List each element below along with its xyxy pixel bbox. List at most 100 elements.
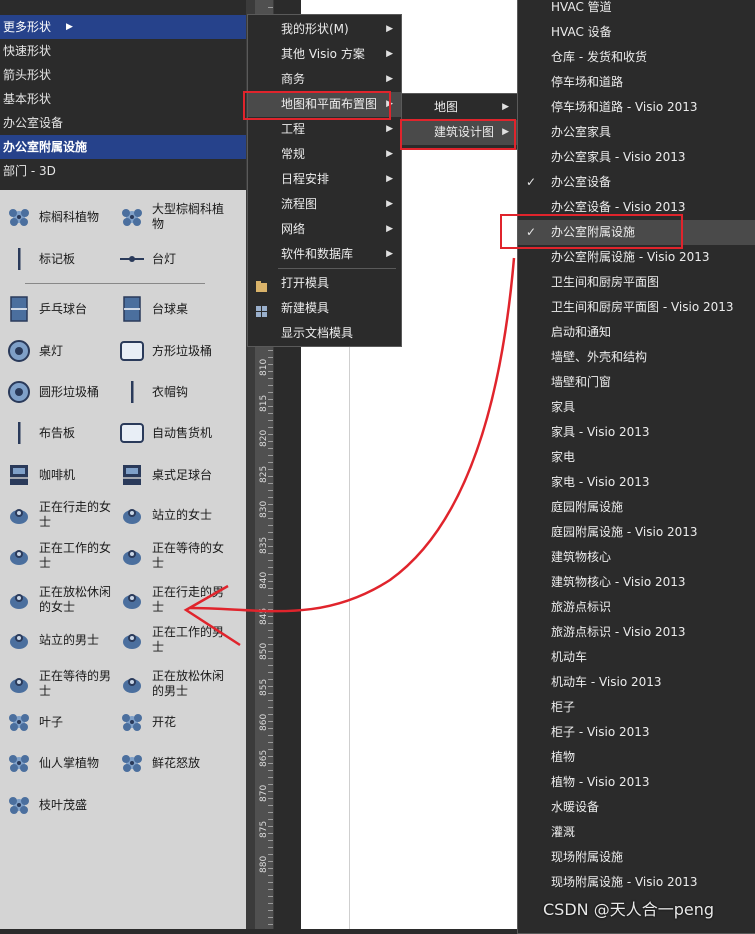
menu-item[interactable]: 停车场和道路: [518, 70, 755, 95]
menu-item[interactable]: 墙壁、外壳和结构: [518, 345, 755, 370]
menu-item[interactable]: 日程安排 ▶: [248, 167, 401, 192]
menu-item[interactable]: 家电: [518, 445, 755, 470]
menu-item[interactable]: 建筑物核心: [518, 545, 755, 570]
stencil-item[interactable]: 办公室附属设施: [0, 135, 246, 159]
menu-item[interactable]: ✓ 办公室设备: [518, 170, 755, 195]
stencil-shape[interactable]: 台球桌: [118, 290, 228, 328]
menu-item[interactable]: 显示文档模具: [248, 321, 401, 346]
stencil-shape[interactable]: 棕榈科植物: [5, 198, 115, 236]
menu-item[interactable]: 柜子: [518, 695, 755, 720]
menu-item[interactable]: 流程图 ▶: [248, 192, 401, 217]
stencil-item[interactable]: 更多形状 ▶: [0, 15, 246, 39]
menu-item[interactable]: 停车场和道路 - Visio 2013: [518, 95, 755, 120]
menu-item[interactable]: 灌溉: [518, 820, 755, 845]
ruler-tick: [268, 707, 273, 708]
menu-item[interactable]: 工程 ▶: [248, 117, 401, 142]
menu-item[interactable]: 柜子 - Visio 2013: [518, 720, 755, 745]
stencil-shape[interactable]: 衣帽钩: [118, 373, 228, 411]
stencil-shape[interactable]: 正在行走的男士: [118, 581, 228, 619]
menu-item[interactable]: 仓库 - 发货和收货: [518, 45, 755, 70]
stencil-shape[interactable]: 开花: [118, 703, 228, 741]
stencil-shape[interactable]: 站立的男士: [5, 621, 115, 659]
stencil-shape[interactable]: 桌式足球台: [118, 456, 228, 494]
stencil-shape[interactable]: 正在等待的男士: [5, 665, 115, 703]
ruler-tick: [268, 819, 273, 820]
menu-item[interactable]: 卫生间和厨房平面图: [518, 270, 755, 295]
stencil-shape[interactable]: 自动售货机: [118, 414, 228, 452]
stencil-item[interactable]: 快速形状: [0, 39, 246, 63]
stencil-shape[interactable]: 正在工作的男士: [118, 621, 228, 659]
menu-item[interactable]: 网络 ▶: [248, 217, 401, 242]
menu-item[interactable]: 机动车 - Visio 2013: [518, 670, 755, 695]
menu-item[interactable]: 墙壁和门窗: [518, 370, 755, 395]
stencil-shape[interactable]: 正在行走的女士: [5, 496, 115, 534]
menu-item[interactable]: 庭园附属设施: [518, 495, 755, 520]
stencil-shape[interactable]: 方形垃圾桶: [118, 332, 228, 370]
stencil-shape[interactable]: 台灯: [118, 240, 228, 278]
ruler-tick: [268, 924, 273, 925]
menu-item-label: 显示文档模具: [281, 326, 354, 340]
menu-item[interactable]: HVAC 管道: [518, 0, 755, 20]
menu-item[interactable]: 现场附属设施 - Visio 2013: [518, 870, 755, 895]
menu-item[interactable]: ✓ 办公室附属设施: [518, 220, 755, 245]
menu-item[interactable]: 现场附属设施: [518, 845, 755, 870]
menu-item[interactable]: 新建模具: [248, 296, 401, 321]
stencil-shape[interactable]: 正在工作的女士: [5, 537, 115, 575]
menu-item[interactable]: 植物: [518, 745, 755, 770]
stencil-item[interactable]: 部门 - 3D: [0, 159, 246, 183]
menu-item[interactable]: 地图和平面布置图 ▶: [248, 92, 401, 117]
menu-item[interactable]: 商务 ▶: [248, 67, 401, 92]
menu-item[interactable]: 家电 - Visio 2013: [518, 470, 755, 495]
menu-item[interactable]: HVAC 设备: [518, 20, 755, 45]
menu-item[interactable]: 旅游点标识 - Visio 2013: [518, 620, 755, 645]
stencil-item[interactable]: 箭头形状: [0, 63, 246, 87]
ruler-tick: [268, 455, 273, 456]
stencil-shape[interactable]: 标记板: [5, 240, 115, 278]
stencil-shape[interactable]: 枝叶茂盛: [5, 786, 115, 824]
stencil-shape[interactable]: 正在放松休闲的男士: [118, 665, 228, 703]
stencil-shape[interactable]: 乒乓球台: [5, 290, 115, 328]
stencil-shape[interactable]: 圆形垃圾桶: [5, 373, 115, 411]
menu-item[interactable]: 办公室家具 - Visio 2013: [518, 145, 755, 170]
stencil-shape-label: 标记板: [39, 251, 76, 266]
menu-item[interactable]: 建筑设计图 ▶: [402, 120, 517, 145]
stencil-shape[interactable]: 正在等待的女士: [118, 537, 228, 575]
menu-item[interactable]: 软件和数据库 ▶: [248, 242, 401, 267]
menu-item-label: 商务: [281, 72, 306, 86]
ruler-tick: [268, 896, 273, 897]
menu-item[interactable]: 打开模具: [248, 271, 401, 296]
stencil-shape[interactable]: 大型棕榈科植物: [118, 198, 228, 236]
menu-item[interactable]: 卫生间和厨房平面图 - Visio 2013: [518, 295, 755, 320]
stencil-shape[interactable]: 叶子: [5, 703, 115, 741]
menu-item[interactable]: 家具: [518, 395, 755, 420]
menu-item[interactable]: 地图 ▶: [402, 95, 517, 120]
menu-item[interactable]: 办公室家具: [518, 120, 755, 145]
menu-item[interactable]: 启动和通知: [518, 320, 755, 345]
menu-item[interactable]: 机动车: [518, 645, 755, 670]
menu-item[interactable]: 办公室附属设施 - Visio 2013: [518, 245, 755, 270]
stencil-shape[interactable]: 正在放松休闲的女士: [5, 581, 115, 619]
menu-item[interactable]: 办公室设备 - Visio 2013: [518, 195, 755, 220]
menu-item[interactable]: 庭园附属设施 - Visio 2013: [518, 520, 755, 545]
menu-item[interactable]: 家具 - Visio 2013: [518, 420, 755, 445]
stencil-item[interactable]: 基本形状: [0, 87, 246, 111]
menu-item[interactable]: 水暖设备: [518, 795, 755, 820]
menu-item[interactable]: 我的形状(M) ▶: [248, 17, 401, 42]
menu-item[interactable]: 旅游点标识: [518, 595, 755, 620]
stencil-shape[interactable]: 站立的女士: [118, 496, 228, 534]
stencil-shape[interactable]: 仙人掌植物: [5, 744, 115, 782]
ruler-tick: [268, 868, 273, 869]
menu-item[interactable]: 建筑物核心 - Visio 2013: [518, 570, 755, 595]
stencil-shapes-area: 棕榈科植物 大型棕榈科植物标记板 台灯 乒乓球台 台球桌 桌灯 方形垃圾桶 圆形垃圾桶 衣帽钩布…: [0, 190, 246, 929]
stencil-shape[interactable]: 布告板: [5, 414, 115, 452]
menu-item[interactable]: 其他 Visio 方案 ▶: [248, 42, 401, 67]
stencil-shape[interactable]: 咖啡机: [5, 456, 115, 494]
stencil-item[interactable]: 办公室设备: [0, 111, 246, 135]
stencil-shape-label: 枝叶茂盛: [39, 797, 88, 812]
menu-item[interactable]: 植物 - Visio 2013: [518, 770, 755, 795]
ruler-tick: [268, 637, 273, 638]
stencil-shape[interactable]: 桌灯: [5, 332, 115, 370]
menu-item[interactable]: 常规 ▶: [248, 142, 401, 167]
stencil-shape[interactable]: 鲜花怒放: [118, 744, 228, 782]
menu-item-label: 柜子 - Visio 2013: [551, 725, 650, 739]
